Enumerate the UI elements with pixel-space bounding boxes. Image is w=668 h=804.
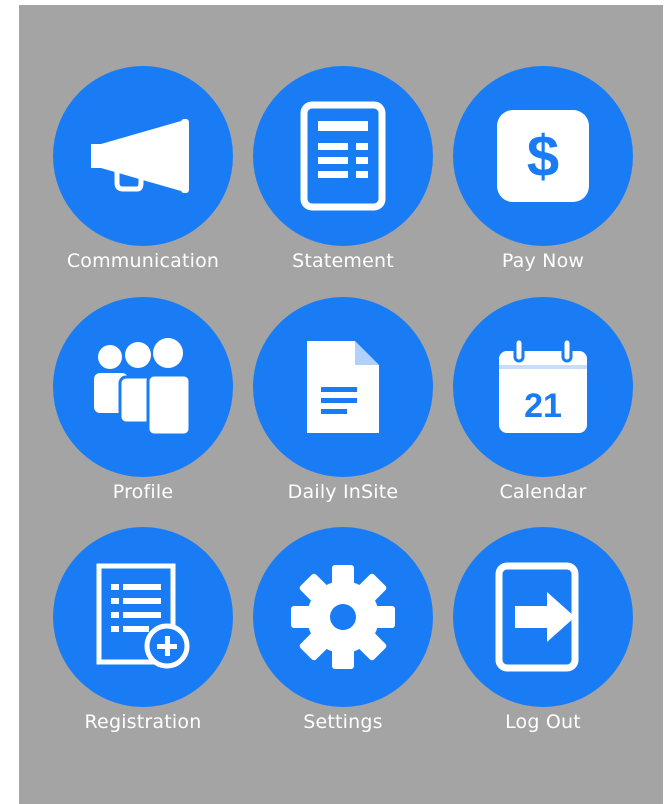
tile-calendar[interactable]: 21 Calendar	[443, 297, 643, 517]
calendar-icon: 21	[499, 337, 587, 433]
gear-icon	[291, 565, 395, 669]
tile-label: Log Out	[505, 711, 581, 733]
statement-button[interactable]	[253, 66, 433, 246]
daily-insite-button[interactable]	[253, 297, 433, 477]
statement-icon	[300, 101, 386, 211]
document-icon	[307, 341, 379, 433]
tile-daily-insite[interactable]: Daily InSite	[243, 297, 443, 517]
registration-icon	[96, 563, 190, 669]
tile-label: Statement	[292, 250, 394, 272]
tile-registration[interactable]: Registration	[43, 527, 243, 747]
tile-communication[interactable]: Communication	[43, 66, 243, 286]
tile-statement[interactable]: Statement	[243, 66, 443, 286]
tile-label: Registration	[84, 711, 202, 733]
logout-icon	[495, 562, 579, 672]
tile-label: Pay Now	[501, 250, 585, 272]
tile-settings[interactable]: Settings	[243, 527, 443, 747]
tile-label: Profile	[112, 481, 174, 503]
settings-button[interactable]	[253, 527, 433, 707]
svg-text:$: $	[527, 124, 559, 189]
calendar-day-number: 21	[524, 387, 562, 425]
registration-button[interactable]	[53, 527, 233, 707]
tile-label: Daily InSite	[287, 481, 399, 503]
calendar-button[interactable]: 21	[453, 297, 633, 477]
tile-label: Communication	[66, 250, 220, 272]
communication-button[interactable]	[53, 66, 233, 246]
profile-button[interactable]	[53, 297, 233, 477]
tile-label: Calendar	[499, 481, 587, 503]
dollar-icon: $	[497, 110, 589, 202]
pay-now-button[interactable]: $	[453, 66, 633, 246]
tile-label: Settings	[303, 711, 383, 733]
people-icon	[94, 338, 192, 437]
tile-pay-now[interactable]: $ Pay Now	[443, 66, 643, 286]
tile-log-out[interactable]: Log Out	[443, 527, 643, 747]
megaphone-icon	[91, 119, 189, 193]
tile-profile[interactable]: Profile	[43, 297, 243, 517]
app-menu-panel: Communication Statement $ Pay Now Profil…	[19, 5, 663, 804]
log-out-button[interactable]	[453, 527, 633, 707]
